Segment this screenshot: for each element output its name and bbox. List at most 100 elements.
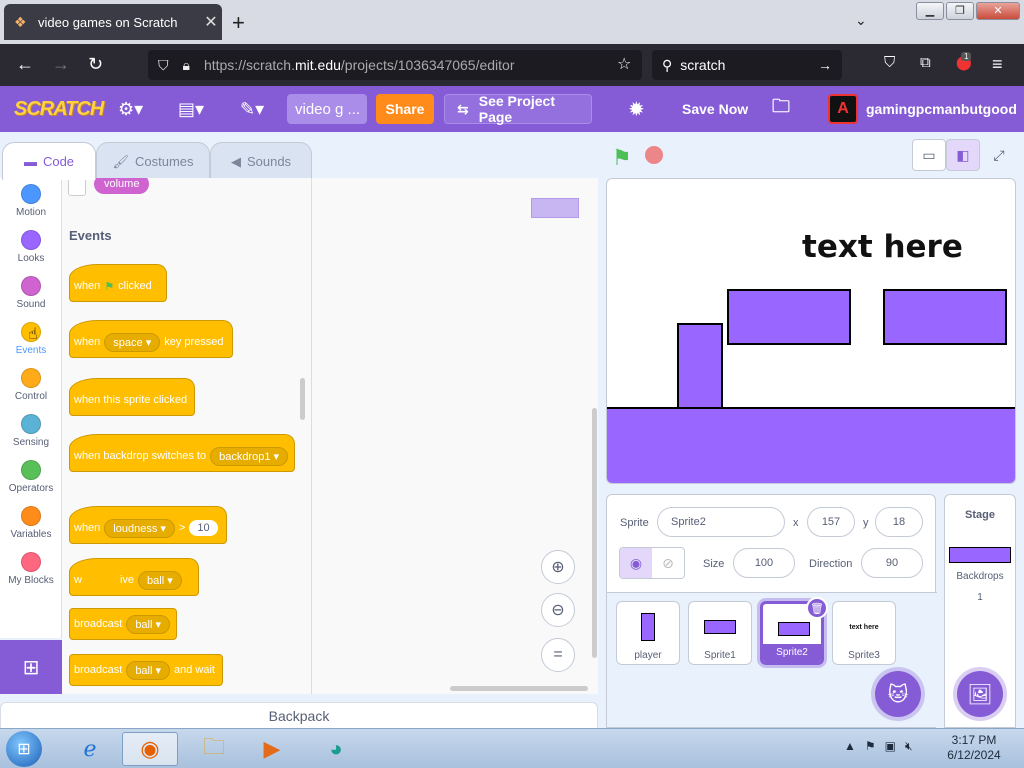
when-flag-clicked-block[interactable]: when ⚑ clicked xyxy=(69,264,167,302)
when-loudness-block[interactable]: when loudness ▾ > 10 xyxy=(69,506,227,544)
reload-icon[interactable]: ↻ xyxy=(88,54,103,75)
list-tabs-icon[interactable]: ⌄ xyxy=(855,12,867,29)
category-control[interactable]: Control xyxy=(0,368,62,402)
show-hidden-icons-icon[interactable]: ▲ xyxy=(844,739,856,754)
stage-canvas[interactable]: text here xyxy=(606,178,1016,484)
key-dropdown[interactable]: space ▾ xyxy=(104,332,161,352)
category-looks[interactable]: Looks xyxy=(0,230,62,264)
category-motion[interactable]: Motion xyxy=(0,184,62,218)
small-stage-icon[interactable]: ▭ xyxy=(912,139,946,171)
share-button[interactable]: Share xyxy=(376,94,434,124)
message-dropdown[interactable]: ball ▾ xyxy=(138,570,182,590)
size-input[interactable]: 100 xyxy=(733,548,795,578)
scripts-horizontal-scrollbar[interactable] xyxy=(450,686,588,691)
project-title-input[interactable]: video g ... xyxy=(287,94,367,124)
sprite-tile-player[interactable]: player xyxy=(616,601,680,665)
address-bar[interactable]: ⛉ 🔒︎ https://scratch. mit.edu/projects/10… xyxy=(148,50,642,80)
category-my-blocks[interactable]: My Blocks xyxy=(0,552,62,586)
firefox-icon[interactable]: ◉ xyxy=(122,732,178,766)
loudness-dropdown[interactable]: loudness ▾ xyxy=(104,518,175,538)
internet-explorer-icon[interactable]: ℯ xyxy=(62,732,118,766)
show-eye-icon[interactable]: ◉ xyxy=(620,548,652,578)
file-explorer-icon[interactable]: 🗀 xyxy=(186,732,242,766)
zoom-reset-icon[interactable]: = xyxy=(541,638,575,672)
sprite1-platform[interactable] xyxy=(727,289,851,345)
when-i-receive-block[interactable]: w ive ball ▾ xyxy=(69,558,199,596)
choose-sprite-cat-icon[interactable]: 🐱︎ xyxy=(875,671,921,717)
save-now-button[interactable]: Save Now xyxy=(682,86,748,132)
delete-sprite-icon[interactable]: 🗑︎ xyxy=(806,597,828,619)
tab-sounds[interactable]: ◀ Sounds xyxy=(210,142,312,180)
volume-checkbox[interactable] xyxy=(68,178,86,196)
volume-muted-icon[interactable]: 🔇︎ xyxy=(905,739,913,754)
stop-icon[interactable] xyxy=(645,146,663,164)
stage-text-sprite[interactable]: text here xyxy=(802,229,963,265)
lock-icon[interactable]: 🔒︎ xyxy=(183,57,190,74)
sprite-tile-sprite1[interactable]: Sprite1 xyxy=(688,601,752,665)
hide-eye-icon[interactable]: ⊘ xyxy=(652,548,684,578)
back-icon[interactable]: ← xyxy=(16,54,34,75)
backpack-bar[interactable]: Backpack xyxy=(0,702,598,730)
when-key-pressed-block[interactable]: when space ▾ key pressed xyxy=(69,320,233,358)
volume-reporter-block[interactable]: volume xyxy=(94,178,150,194)
network-icon[interactable]: ▣ xyxy=(885,739,896,754)
direction-input[interactable]: 90 xyxy=(861,548,923,578)
file-menu-icon[interactable]: ▤▾ xyxy=(178,86,204,132)
broadcast-dropdown[interactable]: ball ▾ xyxy=(126,614,171,634)
green-flag-run-icon[interactable]: ⚑ xyxy=(612,145,632,171)
sprite2-platform[interactable] xyxy=(883,289,1007,345)
new-tab-icon[interactable]: + xyxy=(232,10,245,36)
shield-icon[interactable]: ⛉ xyxy=(158,57,169,74)
broadcast-wait-dropdown[interactable]: ball ▾ xyxy=(126,660,171,680)
app-icon[interactable]: ◕ xyxy=(308,732,364,766)
sprite-tile-sprite3[interactable]: text here Sprite3 xyxy=(832,601,896,665)
see-project-page-button[interactable]: ⇆ See Project Page xyxy=(444,93,592,125)
tab-code[interactable]: ▬ Code xyxy=(2,142,96,180)
broadcast-and-wait-block[interactable]: broadcast ball ▾ and wait xyxy=(69,654,223,686)
forward-icon[interactable]: → xyxy=(52,54,70,75)
settings-gear-icon[interactable]: ⚙▾ xyxy=(118,86,143,132)
search-go-icon[interactable]: → xyxy=(818,57,832,73)
scripts-vertical-scrollbar[interactable] xyxy=(592,408,597,658)
loudness-number-input[interactable]: 10 xyxy=(189,520,218,536)
edit-menu-icon[interactable]: ✎▾ xyxy=(240,86,264,132)
y-input[interactable]: 18 xyxy=(875,507,923,537)
restore-icon[interactable]: ❐ xyxy=(946,2,974,20)
tab-close-icon[interactable]: ✕ xyxy=(200,12,222,32)
choose-backdrop-icon[interactable]: 🖼︎ xyxy=(957,671,1003,717)
when-sprite-clicked-block[interactable]: when this sprite clicked xyxy=(69,378,195,416)
broadcast-block[interactable]: broadcast ball ▾ xyxy=(69,608,177,640)
action-center-flag-icon[interactable]: ⚑ xyxy=(865,739,876,754)
palette-scrollbar[interactable] xyxy=(300,378,305,420)
zoom-in-icon[interactable]: ⊕ xyxy=(541,550,575,584)
menu-icon[interactable]: ≡ xyxy=(992,54,1003,75)
tutorials-lightbulb-icon[interactable]: ✹ xyxy=(628,86,645,132)
minimize-icon[interactable]: ▁ xyxy=(916,2,944,20)
x-input[interactable]: 157 xyxy=(807,507,855,537)
fullscreen-icon[interactable]: ⤢ xyxy=(982,139,1016,171)
when-backdrop-switches-block[interactable]: when backdrop switches to backdrop1 ▾ xyxy=(69,434,295,472)
media-player-icon[interactable]: ▶ xyxy=(244,732,300,766)
browser-tab[interactable]: ❖ video games on Scratch ✕ xyxy=(4,4,222,40)
category-variables[interactable]: Variables xyxy=(0,506,62,540)
zoom-out-icon[interactable]: ⊖ xyxy=(541,593,575,627)
category-sensing[interactable]: Sensing xyxy=(0,414,62,448)
backdrop-dropdown[interactable]: backdrop1 ▾ xyxy=(210,446,289,466)
bookmark-star-icon[interactable]: ☆ xyxy=(617,54,631,74)
search-bar[interactable]: ⚲ scratch → xyxy=(652,50,842,80)
start-button-icon[interactable]: ⊞ xyxy=(6,731,42,767)
add-extension-button[interactable]: ⊞ xyxy=(0,640,62,694)
player-sprite[interactable] xyxy=(677,323,723,409)
scripts-area[interactable]: ⊕ ⊖ = xyxy=(312,178,598,694)
sprite-name-input[interactable]: Sprite2 xyxy=(657,507,785,537)
pocket-icon[interactable]: ⛉ xyxy=(884,54,895,71)
category-operators[interactable]: Operators xyxy=(0,460,62,494)
tab-costumes[interactable]: 🖌︎ Costumes xyxy=(96,142,210,180)
system-clock[interactable]: 3:17 PM 6/12/2024 xyxy=(944,733,1004,763)
my-stuff-folder-icon[interactable]: 🗀 xyxy=(772,86,790,132)
normal-stage-icon[interactable]: ◧ xyxy=(946,139,980,171)
extensions-icon[interactable]: ⧉ xyxy=(920,54,931,71)
category-sound[interactable]: Sound xyxy=(0,276,62,310)
scratch-logo[interactable]: SCRATCH xyxy=(14,86,104,132)
close-window-icon[interactable]: ✕ xyxy=(976,2,1020,20)
